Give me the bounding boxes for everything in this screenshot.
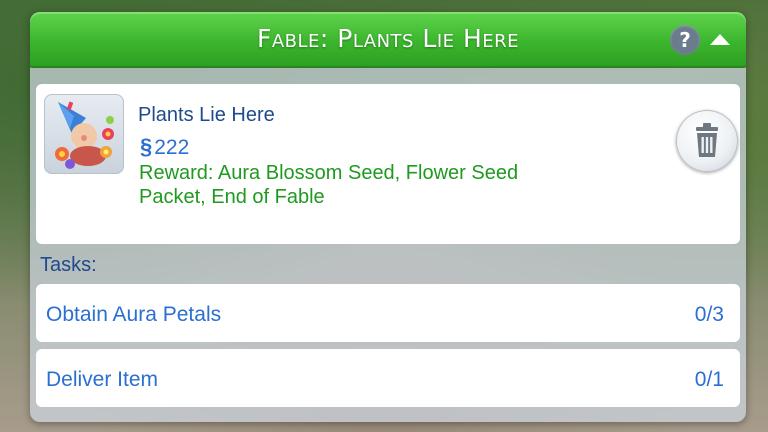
reward-amount: 222 — [154, 136, 190, 159]
task-progress: 0/3 — [694, 303, 724, 326]
gnome-with-flowers-icon — [44, 94, 124, 174]
fable-name: Plants Lie Here — [138, 104, 275, 126]
simoleon-icon: § — [140, 134, 153, 159]
reward-amount-row: §222 — [140, 134, 189, 160]
fable-info-card: Plants Lie Here §222 Reward: Aura Blosso… — [36, 84, 740, 244]
task-name: Deliver Item — [46, 368, 159, 391]
task-row[interactable]: Obtain Aura Petals 0/3 — [36, 284, 740, 342]
collapse-arrow-icon[interactable] — [708, 30, 732, 48]
reward-description: Reward: Aura Blossom Seed, Flower Seed P… — [139, 162, 519, 208]
fable-panel: Fable: Plants Lie Here ? Plants Lie Here… — [30, 12, 746, 422]
delete-button[interactable] — [676, 110, 738, 172]
task-progress: 0/1 — [694, 368, 724, 391]
task-name: Obtain Aura Petals — [46, 303, 222, 326]
panel-title: Fable: Plants Lie Here — [256, 24, 520, 53]
trash-icon — [696, 123, 718, 157]
task-row[interactable]: Deliver Item 0/1 — [36, 349, 740, 407]
fable-title-bar: Fable: Plants Lie Here ? — [30, 12, 746, 68]
help-button[interactable]: ? — [670, 25, 700, 55]
tasks-header: Tasks: — [40, 254, 97, 276]
